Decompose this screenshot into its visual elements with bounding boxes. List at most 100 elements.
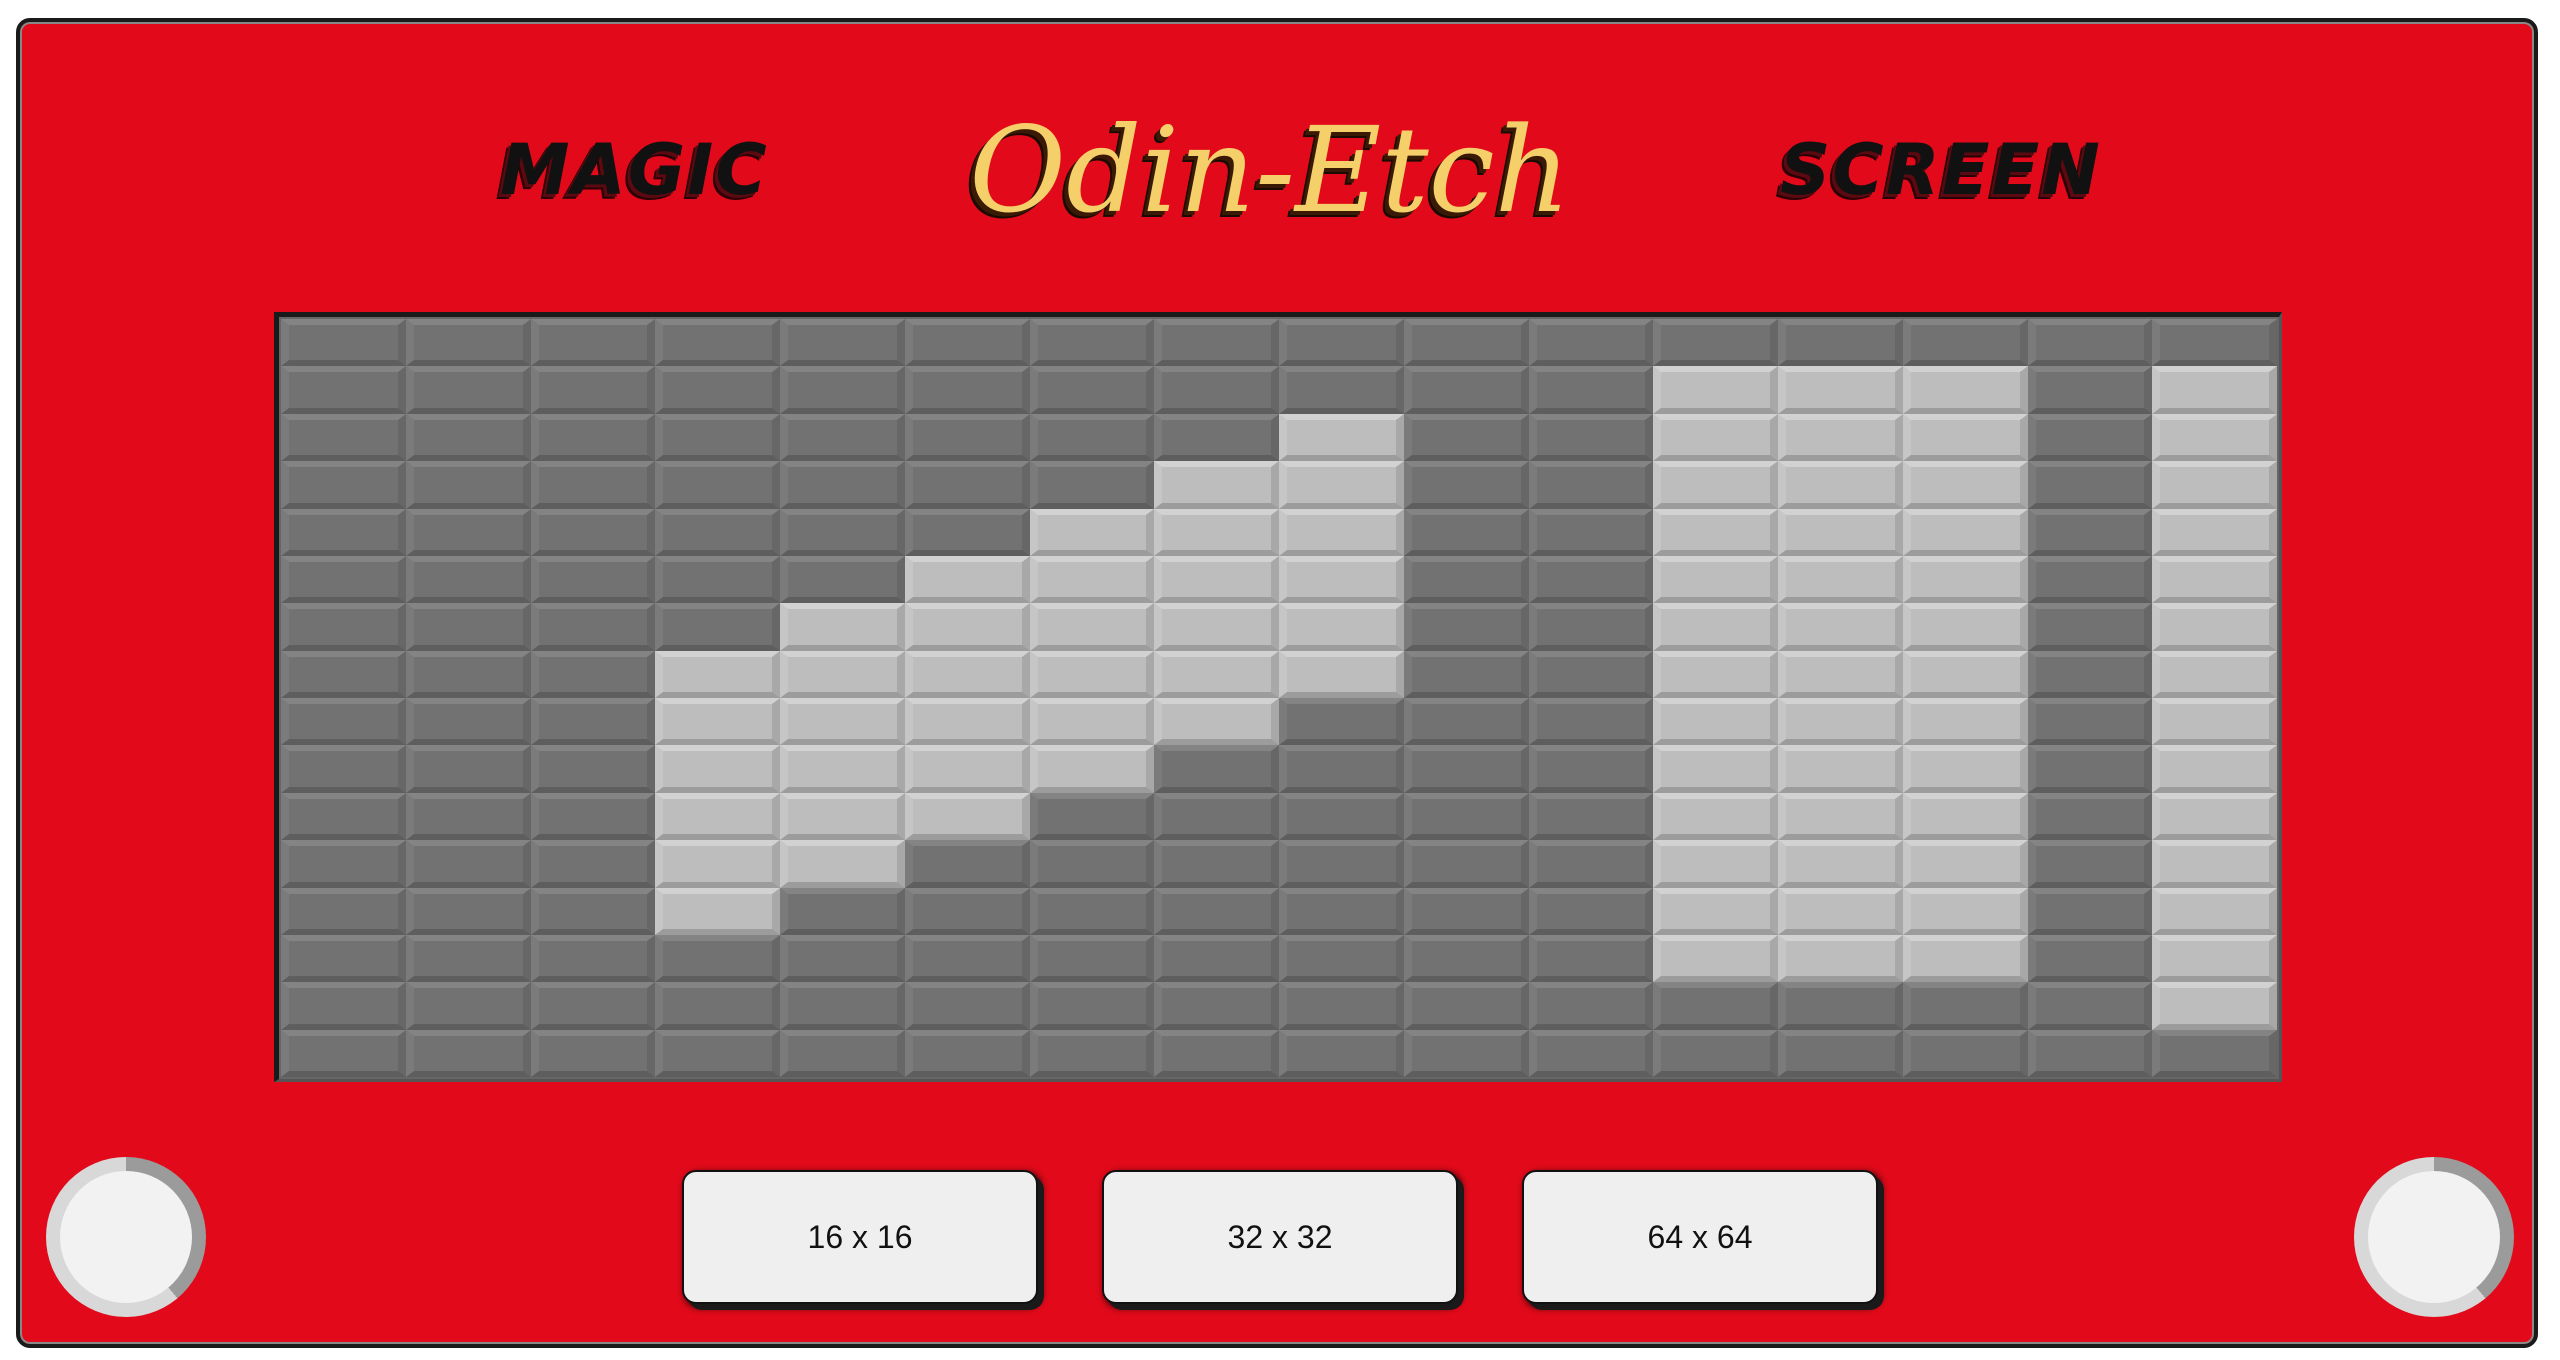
grid-cell[interactable] <box>281 413 406 462</box>
grid-cell[interactable] <box>1528 840 1654 888</box>
grid-cell[interactable] <box>2027 319 2153 367</box>
grid-cell[interactable] <box>655 745 780 793</box>
grid-cell[interactable] <box>655 319 780 367</box>
grid-cell[interactable] <box>1902 555 2028 604</box>
grid-cell[interactable] <box>655 508 780 556</box>
grid-cell[interactable] <box>1029 555 1155 604</box>
grid-cell[interactable] <box>281 745 406 793</box>
grid-cell[interactable] <box>2152 555 2277 604</box>
grid-cell[interactable] <box>655 413 780 462</box>
grid-cell[interactable] <box>904 508 1030 556</box>
grid-cell[interactable] <box>1279 319 1404 367</box>
grid-cell[interactable] <box>2152 792 2277 841</box>
grid-cell[interactable] <box>655 1029 780 1077</box>
grid-cell[interactable] <box>1279 887 1404 935</box>
grid-cell[interactable] <box>1279 982 1404 1030</box>
grid-cell[interactable] <box>1403 650 1529 698</box>
grid-cell[interactable] <box>904 887 1030 935</box>
grid-cell[interactable] <box>1279 508 1404 556</box>
grid-cell[interactable] <box>1528 887 1654 935</box>
grid-cell[interactable] <box>1528 698 1654 746</box>
grid-cell[interactable] <box>2152 887 2277 935</box>
grid-cell[interactable] <box>2152 413 2277 462</box>
grid-cell[interactable] <box>530 840 656 888</box>
grid-cell[interactable] <box>904 650 1030 698</box>
grid-cell[interactable] <box>281 366 406 414</box>
grid-cell[interactable] <box>1902 698 2028 746</box>
grid-cell[interactable] <box>1653 1029 1778 1077</box>
grid-cell[interactable] <box>1778 603 1903 651</box>
grid-cell[interactable] <box>2152 461 2277 509</box>
grid-cell[interactable] <box>904 840 1030 888</box>
grid-cell[interactable] <box>1528 413 1654 462</box>
grid-cell[interactable] <box>281 555 406 604</box>
grid-cell[interactable] <box>1778 887 1903 935</box>
grid-cell[interactable] <box>1653 508 1778 556</box>
grid-cell[interactable] <box>780 698 905 746</box>
grid-cell[interactable] <box>904 745 1030 793</box>
grid-cell[interactable] <box>1154 840 1279 888</box>
grid-cell[interactable] <box>405 366 531 414</box>
grid-cell[interactable] <box>1902 366 2028 414</box>
grid-cell[interactable] <box>2027 982 2153 1030</box>
grid-cell[interactable] <box>1528 934 1654 983</box>
grid-cell[interactable] <box>405 461 531 509</box>
grid-cell[interactable] <box>1653 792 1778 841</box>
grid-cell[interactable] <box>1778 745 1903 793</box>
grid-cell[interactable] <box>1778 982 1903 1030</box>
grid-cell[interactable] <box>1902 508 2028 556</box>
grid-cell[interactable] <box>1279 413 1404 462</box>
grid-cell[interactable] <box>281 792 406 841</box>
grid-cell[interactable] <box>1279 1029 1404 1077</box>
grid-cell[interactable] <box>2027 934 2153 983</box>
grid-cell[interactable] <box>530 319 656 367</box>
grid-cell[interactable] <box>904 366 1030 414</box>
grid-cell[interactable] <box>780 461 905 509</box>
grid-cell[interactable] <box>1279 366 1404 414</box>
grid-cell[interactable] <box>780 745 905 793</box>
grid-cell[interactable] <box>1403 934 1529 983</box>
grid-cell[interactable] <box>655 366 780 414</box>
grid-cell[interactable] <box>2152 982 2277 1030</box>
grid-cell[interactable] <box>281 319 406 367</box>
grid-cell[interactable] <box>1403 366 1529 414</box>
grid-cell[interactable] <box>780 982 905 1030</box>
grid-cell[interactable] <box>530 887 656 935</box>
grid-cell[interactable] <box>1154 508 1279 556</box>
grid-cell[interactable] <box>281 461 406 509</box>
grid-cell[interactable] <box>1653 319 1778 367</box>
grid-cell[interactable] <box>405 603 531 651</box>
grid-cell[interactable] <box>1279 934 1404 983</box>
grid-cell[interactable] <box>1902 934 2028 983</box>
grid-cell[interactable] <box>1778 508 1903 556</box>
grid-cell[interactable] <box>1528 603 1654 651</box>
grid-cell[interactable] <box>2152 650 2277 698</box>
grid-cell[interactable] <box>1403 745 1529 793</box>
grid-cell[interactable] <box>780 413 905 462</box>
grid-cell[interactable] <box>1029 698 1155 746</box>
grid-cell[interactable] <box>405 698 531 746</box>
grid-cell[interactable] <box>780 887 905 935</box>
grid-cell[interactable] <box>1403 461 1529 509</box>
grid-cell[interactable] <box>2027 603 2153 651</box>
grid-cell[interactable] <box>904 1029 1030 1077</box>
grid-cell[interactable] <box>1029 792 1155 841</box>
grid-cell[interactable] <box>405 413 531 462</box>
grid-cell[interactable] <box>2152 840 2277 888</box>
grid-cell[interactable] <box>1154 934 1279 983</box>
grid-cell[interactable] <box>655 792 780 841</box>
grid-cell[interactable] <box>1528 461 1654 509</box>
grid-cell[interactable] <box>904 319 1030 367</box>
grid-cell[interactable] <box>1403 508 1529 556</box>
grid-cell[interactable] <box>1528 745 1654 793</box>
grid-cell[interactable] <box>1403 698 1529 746</box>
grid-cell[interactable] <box>405 319 531 367</box>
grid-cell[interactable] <box>904 555 1030 604</box>
grid-cell[interactable] <box>2027 650 2153 698</box>
grid-cell[interactable] <box>1653 934 1778 983</box>
grid-cell[interactable] <box>1653 982 1778 1030</box>
grid-cell[interactable] <box>1778 461 1903 509</box>
grid-cell[interactable] <box>780 840 905 888</box>
grid-cell[interactable] <box>780 934 905 983</box>
grid-cell[interactable] <box>2027 555 2153 604</box>
